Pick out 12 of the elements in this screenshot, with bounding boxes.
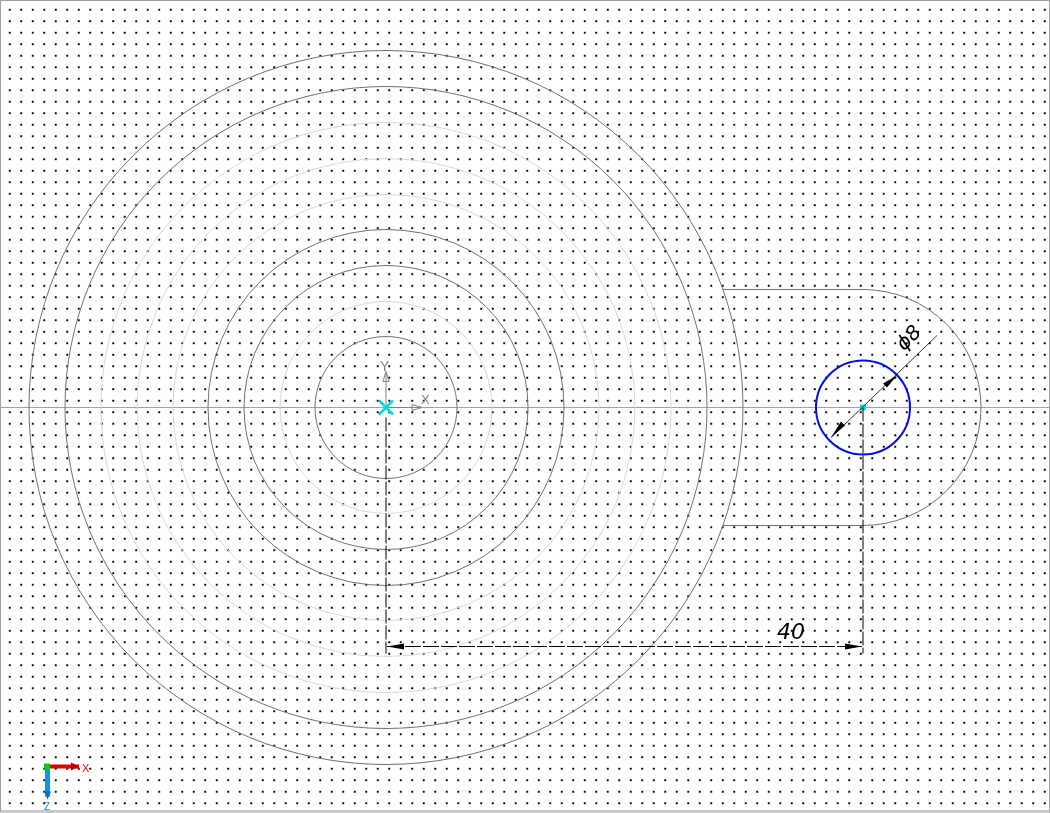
drawing-canvas[interactable]: ϕ8 40 Y X X Z bbox=[0, 0, 1050, 813]
center-point bbox=[860, 404, 866, 411]
axis-triad-icon bbox=[44, 762, 79, 800]
origin-marker-icon bbox=[378, 399, 394, 416]
axis-label: Y bbox=[380, 357, 390, 374]
x-axis-arrow bbox=[385, 404, 423, 411]
dimension-text: 40 bbox=[777, 618, 805, 644]
dimension-text: ϕ8 bbox=[890, 319, 926, 356]
y-axis-arrow bbox=[382, 371, 390, 408]
axis-label: X bbox=[82, 761, 90, 774]
axis-label: X bbox=[421, 391, 430, 407]
axis-label: Z bbox=[44, 800, 51, 810]
